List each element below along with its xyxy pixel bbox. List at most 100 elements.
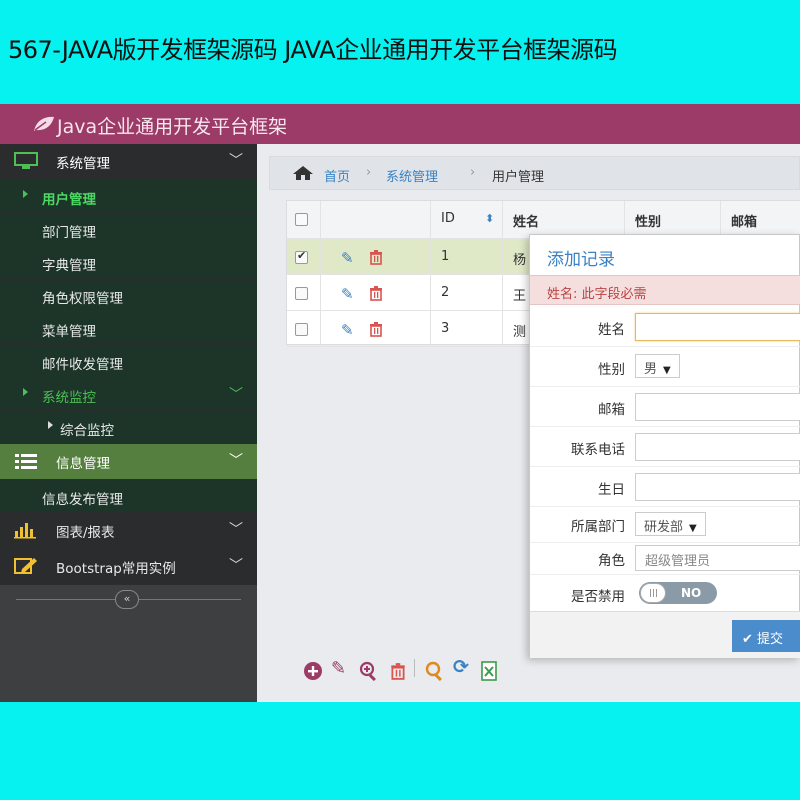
row-select-cell [287, 239, 321, 274]
breadcrumb-home-link[interactable]: 首页 [324, 166, 350, 185]
gender-select[interactable]: 男 ▼ [635, 354, 680, 378]
gender-header-label: 性别 [635, 215, 662, 230]
sidebar-group-info[interactable]: 信息管理 ﹀ [0, 444, 257, 480]
row-checkbox[interactable] [295, 323, 308, 336]
zoom-in-icon[interactable] [359, 661, 379, 681]
form-row-birthday: 生日 [530, 467, 800, 507]
dialog-title: 添加记录 [547, 250, 615, 270]
role-field[interactable]: 超级管理员 [635, 545, 800, 571]
chevron-down-icon: ﹀ [229, 153, 243, 169]
dropdown-arrow-icon: ▼ [663, 365, 671, 376]
breadcrumb-current: 用户管理 [492, 170, 545, 185]
breadcrumb-separator: › [470, 165, 476, 180]
error-message: 姓名: 此字段必需 [547, 287, 647, 302]
dropdown-arrow-icon: ▼ [689, 523, 697, 534]
grid-toolbar: ✎ ⟳ [303, 656, 603, 686]
sort-icon[interactable]: ⬍ [485, 212, 494, 225]
trash-icon[interactable] [389, 661, 407, 681]
dialog-footer: ✔ 提交 [530, 611, 800, 658]
pencil-icon[interactable]: ✎ [341, 285, 354, 303]
submit-button[interactable]: ✔ 提交 [732, 620, 800, 652]
sidebar-label: 系统监控 [42, 390, 96, 406]
sidebar-item-combined-monitor[interactable]: 综合监控 [0, 411, 257, 444]
sidebar-label: 字典管理 [42, 258, 96, 274]
row-actions: ✎ [321, 239, 431, 274]
trash-icon[interactable] [368, 321, 384, 337]
edit-note-icon [14, 558, 37, 574]
name-field[interactable] [635, 313, 800, 341]
chevron-down-icon: ﹀ [229, 522, 243, 538]
sidebar-label: 综合监控 [60, 423, 114, 439]
select-all-cell [287, 201, 321, 238]
department-select[interactable]: 研发部 ▼ [635, 512, 706, 536]
caret-right-icon [48, 421, 53, 429]
phone-field[interactable] [635, 433, 800, 461]
sidebar-item-mail-mgmt[interactable]: 邮件收发管理 [0, 345, 257, 378]
toolbar-divider [414, 659, 415, 677]
add-icon[interactable] [303, 661, 323, 681]
sidebar-label: Bootstrap常用实例 [56, 561, 176, 577]
sidebar-group-system[interactable]: 系统管理 ﹀ [0, 144, 257, 180]
row-actions: ✎ [321, 275, 431, 310]
row-checkbox[interactable] [295, 287, 308, 300]
form-row-email: 邮箱 [530, 387, 800, 427]
home-icon [293, 166, 313, 180]
name-header-label: 姓名 [513, 215, 540, 230]
leaf-logo-icon [34, 116, 54, 131]
email-column-header[interactable]: 邮箱 [721, 201, 800, 238]
breadcrumb-section-link[interactable]: 系统管理 [386, 166, 438, 185]
search-icon[interactable] [425, 661, 445, 681]
sidebar-item-user-mgmt[interactable]: 用户管理 [0, 180, 257, 213]
row-select-cell [287, 311, 321, 346]
department-label: 所属部门 [571, 519, 625, 535]
id-cell: 3 [431, 311, 503, 346]
sidebar-item-monitor[interactable]: 系统监控 ﹀ [0, 378, 257, 411]
sidebar-label: 信息管理 [56, 456, 110, 472]
email-field[interactable] [635, 393, 800, 421]
sidebar-item-dict-mgmt[interactable]: 字典管理 [0, 246, 257, 279]
toggle-knob [640, 583, 666, 603]
refresh-icon[interactable]: ⟳ [453, 656, 469, 678]
pencil-icon[interactable]: ✎ [341, 249, 354, 267]
disabled-toggle[interactable]: NO [639, 582, 717, 604]
sidebar-item-dept-mgmt[interactable]: 部门管理 [0, 213, 257, 246]
app-title: Java企业通用开发平台框架 [57, 116, 288, 138]
add-record-dialog: 添加记录 姓名: 此字段必需 姓名 性别 男▼ 邮箱 联系电话 生日 所属部门 [529, 234, 800, 658]
actions-header [321, 201, 431, 238]
email-label: 邮箱 [598, 402, 625, 418]
sidebar-label: 邮件收发管理 [42, 357, 123, 373]
sidebar-item-info-publish[interactable]: 信息发布管理 [0, 480, 257, 513]
form-row-name: 姓名 [530, 307, 800, 347]
birthday-field[interactable] [635, 473, 800, 501]
excel-export-icon[interactable] [479, 661, 499, 681]
sidebar-group-bootstrap[interactable]: Bootstrap常用实例 ﹀ [0, 549, 257, 585]
select-all-checkbox[interactable] [295, 213, 308, 226]
check-icon: ✔ [742, 632, 758, 647]
trash-icon[interactable] [368, 285, 384, 301]
edit-icon[interactable]: ✎ [331, 658, 346, 679]
sidebar-group-charts[interactable]: 图表/报表 ﹀ [0, 513, 257, 549]
birthday-label: 生日 [598, 482, 625, 498]
sidebar-item-role-mgmt[interactable]: 角色权限管理 [0, 279, 257, 312]
id-column-header[interactable]: ID ⬍ [431, 201, 503, 238]
sidebar-label: 部门管理 [42, 225, 96, 241]
top-caption-banner: 567-JAVA版开发框架源码 JAVA企业通用开发平台框架源码 [0, 0, 800, 104]
sidebar-item-menu-mgmt[interactable]: 菜单管理 [0, 312, 257, 345]
pencil-icon[interactable]: ✎ [341, 321, 354, 339]
form-row-role: 角色 超级管理员 [530, 541, 800, 575]
role-label: 角色 [598, 553, 625, 569]
chevron-down-icon: ﹀ [229, 453, 243, 469]
row-checkbox[interactable] [295, 249, 308, 264]
gender-column-header[interactable]: 性别 [625, 201, 721, 238]
trash-icon[interactable] [368, 249, 384, 265]
name-column-header[interactable]: 姓名 [503, 201, 625, 238]
app-header: Java企业通用开发平台框架 [0, 104, 800, 144]
double-chevron-left-icon[interactable]: « [115, 590, 139, 609]
gender-label: 性别 [598, 362, 625, 378]
list-icon [15, 454, 37, 469]
disabled-label: 是否禁用 [571, 589, 625, 605]
form-row-disabled: 是否禁用 NO [530, 575, 800, 611]
sidebar-label: 菜单管理 [42, 324, 96, 340]
breadcrumb: 首页 › 系统管理 › 用户管理 [269, 156, 800, 190]
chevron-down-icon: ﹀ [229, 558, 243, 574]
